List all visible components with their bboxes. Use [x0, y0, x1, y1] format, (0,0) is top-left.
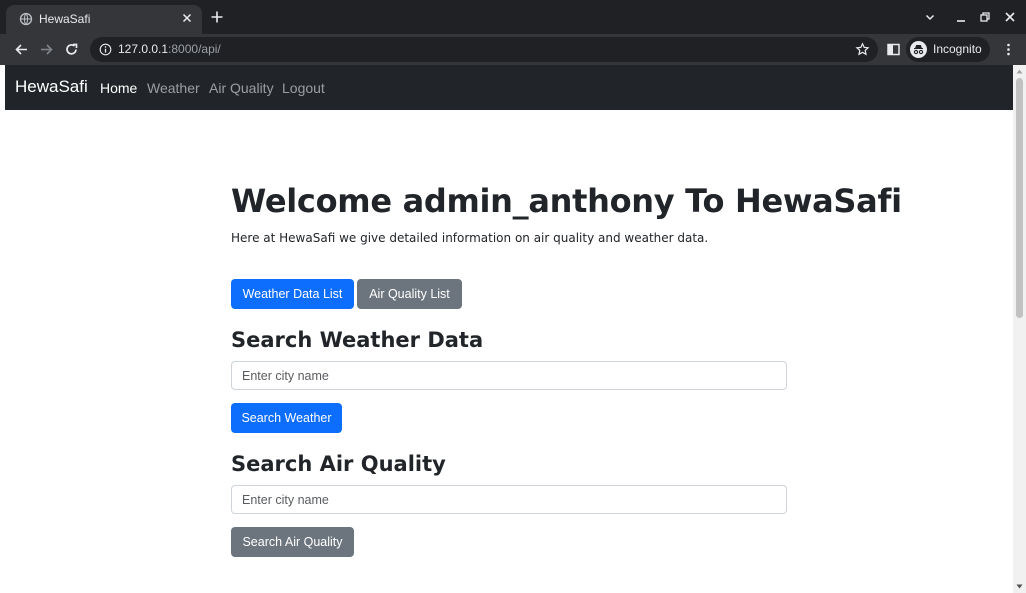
scrollbar-thumb[interactable]	[1016, 78, 1023, 318]
browser-tab[interactable]: HewaSafi	[6, 5, 202, 34]
page-title: Welcome admin_anthony To HewaSafi	[231, 182, 902, 220]
nav-link-home[interactable]: Home	[100, 80, 137, 96]
nav-link-air-quality[interactable]: Air Quality	[209, 80, 274, 96]
search-weather-button[interactable]: Search Weather	[231, 403, 342, 433]
bookmark-star-icon[interactable]	[855, 42, 870, 57]
page-scrollbar[interactable]	[1013, 65, 1026, 593]
weather-data-list-button[interactable]: Weather Data List	[231, 279, 354, 309]
forward-icon[interactable]	[39, 42, 54, 57]
new-tab-icon[interactable]	[210, 10, 224, 24]
weather-city-input[interactable]	[231, 361, 787, 390]
nav-link-weather[interactable]: Weather	[147, 80, 200, 96]
site-info-icon[interactable]	[99, 43, 112, 56]
incognito-label: Incognito	[933, 42, 982, 56]
air-quality-list-button[interactable]: Air Quality List	[357, 279, 462, 309]
browser-menu-icon[interactable]	[1001, 42, 1016, 57]
browser-tabstrip: HewaSafi	[0, 0, 1026, 34]
url-text: 127.0.0.1:8000/api/	[118, 42, 221, 56]
minimize-icon[interactable]	[955, 11, 967, 23]
intro-text: Here at HewaSafi we give detailed inform…	[231, 231, 709, 245]
close-tab-icon[interactable]	[180, 11, 194, 25]
site-navbar: HewaSafi Home Weather Air Quality Logout	[5, 65, 1013, 110]
scroll-down-arrow-icon[interactable]	[1016, 583, 1023, 590]
tab-title: HewaSafi	[39, 12, 91, 26]
page-viewport: HewaSafi Home Weather Air Quality Logout…	[5, 65, 1013, 593]
air-quality-city-input[interactable]	[231, 485, 787, 514]
search-air-quality-heading: Search Air Quality	[231, 452, 446, 476]
nav-link-logout[interactable]: Logout	[282, 80, 325, 96]
incognito-icon	[910, 41, 927, 58]
scroll-up-arrow-icon[interactable]	[1016, 68, 1023, 75]
search-air-quality-button[interactable]: Search Air Quality	[231, 527, 354, 557]
back-icon[interactable]	[14, 42, 29, 57]
reload-icon[interactable]	[64, 42, 79, 57]
side-panel-icon[interactable]	[886, 42, 901, 57]
incognito-profile-button[interactable]: Incognito	[906, 37, 990, 62]
globe-icon	[19, 12, 33, 26]
restore-icon[interactable]	[979, 11, 991, 23]
tab-search-chevron-icon[interactable]	[924, 11, 936, 23]
browser-toolbar: 127.0.0.1:8000/api/ Incognito	[0, 34, 1026, 65]
search-weather-heading: Search Weather Data	[231, 328, 484, 352]
address-bar[interactable]: 127.0.0.1:8000/api/	[90, 37, 878, 62]
navbar-brand[interactable]: HewaSafi	[15, 77, 88, 97]
close-window-icon[interactable]	[1004, 11, 1016, 23]
